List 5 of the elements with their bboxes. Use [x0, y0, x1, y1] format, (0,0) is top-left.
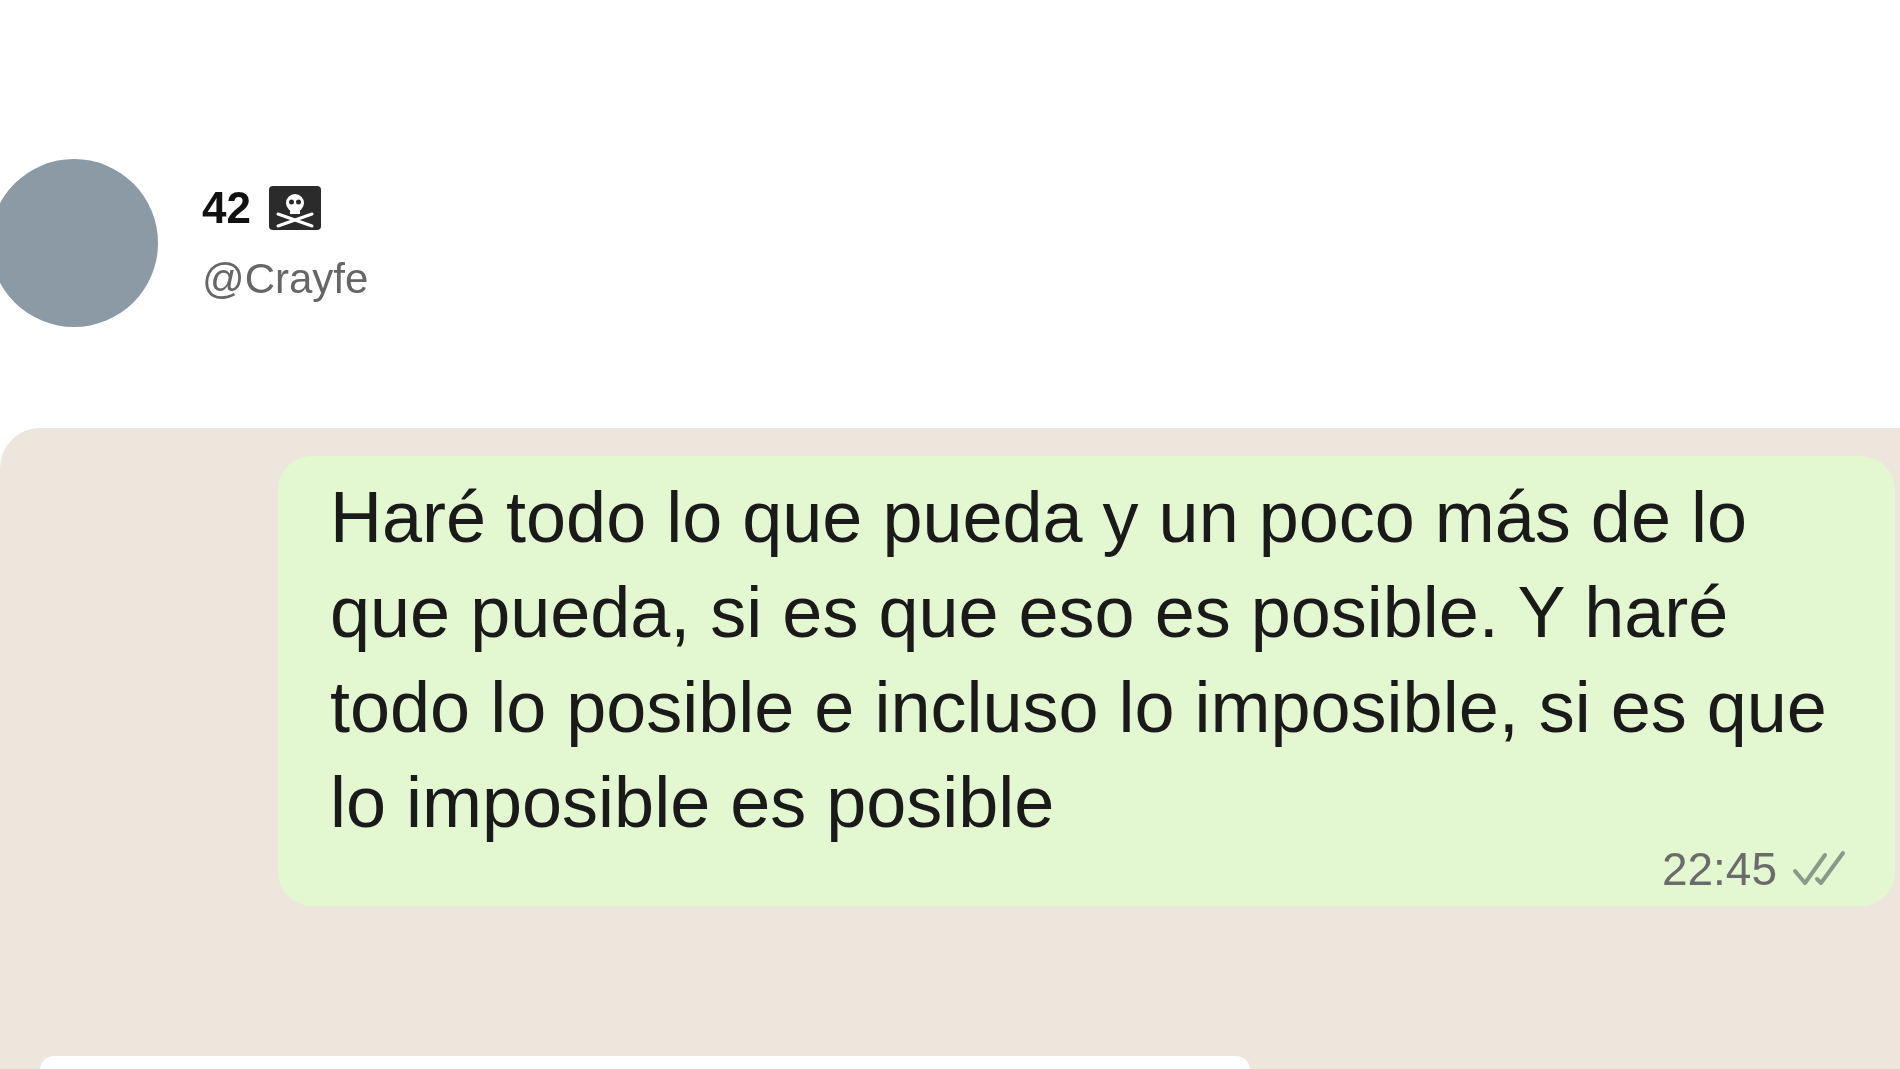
display-name: 42	[202, 183, 251, 233]
user-handle: @Crayfe	[202, 255, 369, 303]
skull-crossbones-icon	[268, 186, 321, 230]
message-text: Haré todo lo que pueda y un poco más de lo que pueda, si es que eso es posible. Y haré todo lo posible e incluso lo imposible, si es que lo imposible es posible	[330, 476, 1828, 844]
message-time: 22:45	[1661, 842, 1777, 896]
